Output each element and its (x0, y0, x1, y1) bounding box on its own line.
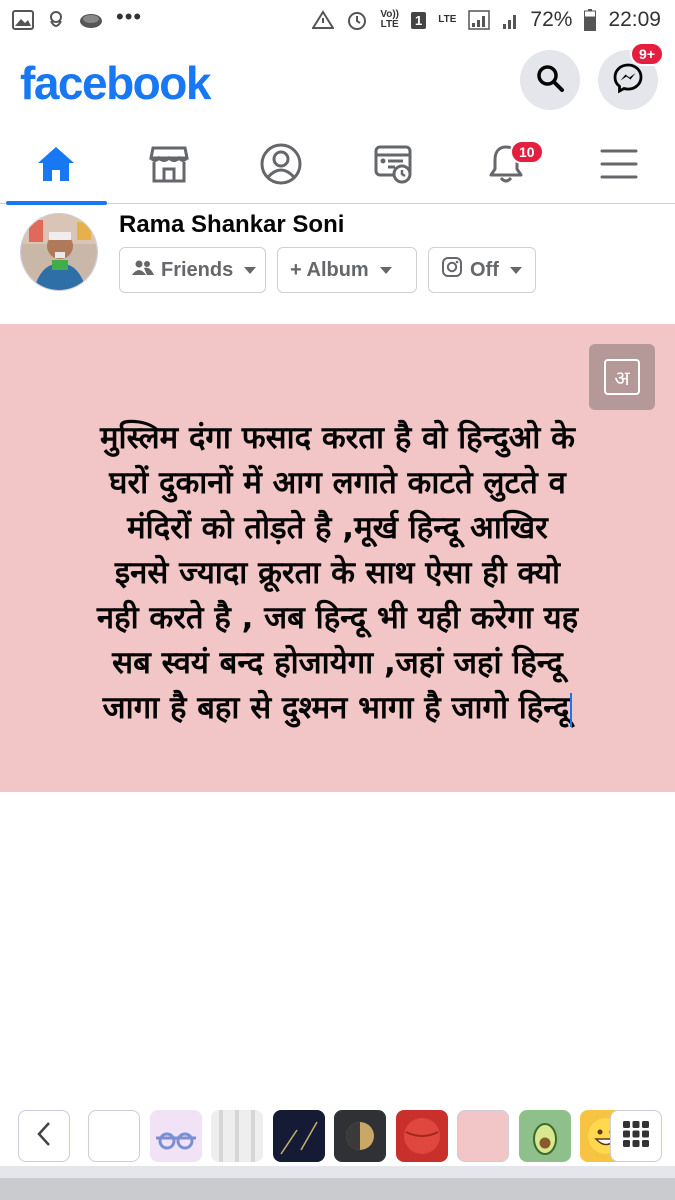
tab-menu[interactable] (563, 128, 675, 204)
background-swatch-pink[interactable] (457, 1110, 509, 1162)
status-bar: ••• Vo)) LTE 1 LTE 72% 22:09 (0, 0, 675, 40)
post-text-line: इनसे ज्यादा क्रूरता के साथ ऐसा ही क्यो (114, 555, 561, 591)
avatar[interactable] (20, 213, 98, 291)
search-icon (535, 63, 565, 98)
post-text-line: मुस्लिम दंगा फसाद करता है वो हिन्दुओ के (100, 420, 575, 456)
post-text-line: सब स्वयं बन्द होजायेगा ,जहां जहां हिन्दू (112, 645, 563, 681)
grid-icon (622, 1120, 650, 1153)
friends-icon (132, 259, 154, 282)
status-bar-left: ••• (12, 4, 142, 31)
tab-home[interactable] (0, 128, 113, 205)
tab-bar: 10 (0, 128, 675, 205)
font-style-button[interactable]: अ (589, 344, 655, 410)
profile-icon (260, 143, 302, 190)
audience-selector[interactable]: Friends (119, 247, 266, 293)
background-swatch-white[interactable] (88, 1110, 140, 1162)
post-text-line: घरों दुकानों में आग लगाते काटते लुटते व (109, 465, 566, 501)
status-bar-right: Vo)) LTE 1 LTE 72% 22:09 (312, 8, 661, 32)
album-selector[interactable]: + Album (277, 247, 417, 293)
background-swatch-pattern-white[interactable] (211, 1110, 263, 1162)
data-saver-icon (312, 10, 335, 30)
battery-icon (584, 9, 597, 31)
messenger-badge: 9+ (630, 42, 664, 66)
audience-label: Friends (161, 258, 234, 281)
marketplace-icon (148, 144, 190, 189)
more-backgrounds-button[interactable] (610, 1110, 662, 1162)
keyboard-edge (0, 1166, 675, 1200)
home-icon (35, 144, 77, 189)
tab-marketplace[interactable] (113, 128, 226, 204)
text-cursor (570, 692, 573, 727)
bird-icon (46, 9, 66, 31)
alarm-icon (346, 9, 368, 31)
hamburger-menu-icon (600, 148, 638, 185)
search-button[interactable] (520, 50, 580, 110)
signal-icon (468, 10, 491, 30)
background-swatch-moon[interactable] (334, 1110, 386, 1162)
chevron-down-icon (509, 266, 522, 274)
post-text-line: मंदिरों को तोड़ते है ,मूर्ख हिन्दू आखिर (127, 510, 548, 546)
instagram-label: Off (470, 258, 499, 281)
signal-icon-2 (502, 10, 518, 30)
chevron-down-icon (244, 266, 257, 274)
post-composer-header: Rama Shankar Soni Friends + Album Off (0, 205, 675, 323)
font-style-icon: अ (604, 359, 640, 395)
background-swatch-red-ball[interactable] (395, 1110, 448, 1162)
cloud-icon (78, 11, 104, 29)
clock: 22:09 (608, 8, 661, 31)
author-name: Rama Shankar Soni (119, 211, 345, 238)
app-header: facebook 9+ (0, 42, 675, 124)
gallery-icon (12, 10, 34, 30)
chevron-down-icon (379, 266, 392, 274)
background-picker (0, 1108, 675, 1166)
memories-icon (373, 143, 415, 190)
volte-indicator: Vo)) LTE (380, 9, 400, 30)
album-label: + Album (290, 258, 369, 281)
instagram-share-toggle[interactable]: Off (428, 247, 536, 293)
post-text-line: नही करते है , जब हिन्दू भी यही करेगा यह (96, 600, 579, 636)
tab-profile[interactable] (225, 128, 338, 204)
messenger-button[interactable]: 9+ (598, 42, 664, 110)
more-notifications-icon: ••• (116, 4, 143, 29)
post-text-last-line: जागा है बहा से दुश्मन भागा है जागो हिन्द… (40, 686, 635, 731)
background-swatch-avocado[interactable] (518, 1110, 571, 1162)
battery-percent: 72% (530, 8, 573, 31)
messenger-icon (612, 62, 644, 99)
background-swatch-night-sky[interactable] (272, 1110, 325, 1162)
post-text-area[interactable]: अ मुस्लिम दंगा फसाद करता है वो हिन्दुओ क… (0, 324, 675, 792)
lte-indicator: LTE (438, 14, 457, 25)
collapse-picker-button[interactable] (18, 1110, 70, 1162)
background-swatch-sunglasses[interactable] (149, 1110, 202, 1162)
notifications-badge: 10 (510, 140, 544, 164)
instagram-icon (441, 256, 463, 284)
tab-memories[interactable] (338, 128, 451, 204)
facebook-logo[interactable]: facebook (20, 56, 211, 110)
tab-notifications[interactable]: 10 (450, 128, 563, 204)
sim-icon: 1 (411, 11, 427, 29)
post-text-line: जागा है बहा से दुश्मन भागा है जागो हिन्द… (102, 690, 570, 726)
chevron-left-icon (36, 1121, 52, 1152)
post-text[interactable]: मुस्लिम दंगा फसाद करता है वो हिन्दुओ के … (40, 416, 635, 731)
